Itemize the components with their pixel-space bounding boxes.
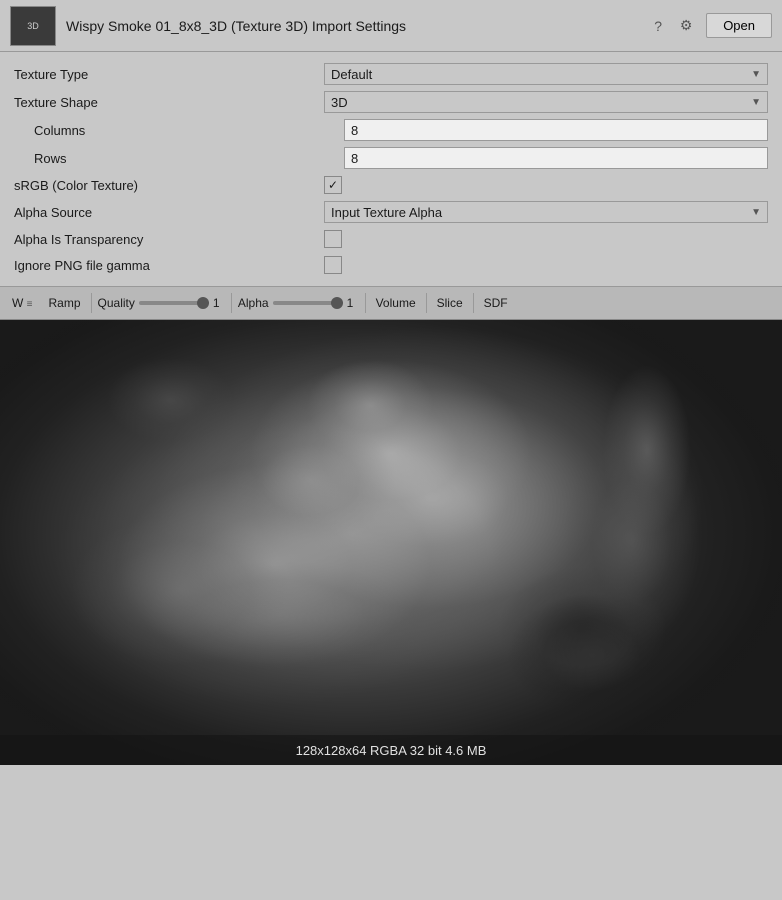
srgb-row: sRGB (Color Texture) (0, 172, 782, 198)
rows-value-area (344, 147, 768, 169)
texture-shape-dropdown[interactable]: 3D ▼ (324, 91, 768, 113)
texture-shape-selected: 3D (331, 95, 348, 110)
columns-value-area (344, 119, 768, 141)
texture-type-value-area: Default ▼ (324, 63, 768, 85)
texture-shape-value-area: 3D ▼ (324, 91, 768, 113)
alpha-source-arrow: ▼ (751, 207, 761, 218)
settings-icon[interactable]: ⚙ (676, 16, 696, 36)
alpha-slider-group: Alpha 1 (234, 296, 363, 310)
title-icons: ? ⚙ (648, 16, 696, 36)
window-title: Wispy Smoke 01_8x8_3D (Texture 3D) Impor… (66, 18, 648, 34)
toolbar-divider-1 (91, 293, 92, 313)
ignore-png-row: Ignore PNG file gamma (0, 252, 782, 278)
toolbar-sdf[interactable]: SDF (476, 292, 516, 314)
srgb-value-area (324, 176, 768, 194)
texture-type-arrow: ▼ (751, 69, 761, 80)
ignore-png-checkbox[interactable] (324, 256, 342, 274)
texture-shape-arrow: ▼ (751, 97, 761, 108)
toolbar-w-lines: ≡ (27, 299, 33, 310)
rows-row: Rows (0, 144, 782, 172)
title-bar: 3D Wispy Smoke 01_8x8_3D (Texture 3D) Im… (0, 0, 782, 52)
columns-label: Columns (34, 123, 344, 138)
help-icon[interactable]: ? (648, 16, 668, 36)
alpha-is-transparency-row: Alpha Is Transparency (0, 226, 782, 252)
texture-shape-label: Texture Shape (14, 95, 324, 110)
toolbar-slice[interactable]: Slice (429, 292, 471, 314)
columns-input[interactable] (344, 119, 768, 141)
open-button[interactable]: Open (706, 13, 772, 38)
alpha-source-value-area: Input Texture Alpha ▼ (324, 201, 768, 223)
alpha-value: 1 (347, 296, 359, 310)
smoke-bright-1 (280, 340, 460, 470)
toolbar-ramp[interactable]: Ramp (41, 292, 89, 314)
alpha-label: Alpha (238, 296, 269, 310)
smoke-dark-3 (482, 575, 702, 735)
alpha-is-transparency-label: Alpha Is Transparency (14, 232, 324, 247)
info-bar: 128x128x64 RGBA 32 bit 4.6 MB (0, 735, 782, 765)
rows-input[interactable] (344, 147, 768, 169)
texture-shape-row: Texture Shape 3D ▼ (0, 88, 782, 116)
texture-type-label: Texture Type (14, 67, 324, 82)
toolbar-divider-3 (365, 293, 366, 313)
srgb-checkbox[interactable] (324, 176, 342, 194)
texture-thumbnail: 3D (10, 6, 56, 46)
settings-panel: Texture Type Default ▼ Texture Shape 3D … (0, 52, 782, 286)
alpha-source-label: Alpha Source (14, 205, 324, 220)
alpha-source-dropdown[interactable]: Input Texture Alpha ▼ (324, 201, 768, 223)
toolbar-volume[interactable]: Volume (368, 292, 424, 314)
texture-type-row: Texture Type Default ▼ (0, 60, 782, 88)
texture-type-selected: Default (331, 67, 372, 82)
alpha-is-transparency-value-area (324, 230, 768, 248)
quality-slider-group: Quality 1 (94, 296, 229, 310)
smoke-wisp-5 (130, 545, 430, 685)
texture-type-dropdown[interactable]: Default ▼ (324, 63, 768, 85)
alpha-is-transparency-checkbox[interactable] (324, 230, 342, 248)
quality-label: Quality (98, 296, 135, 310)
alpha-source-selected: Input Texture Alpha (331, 205, 442, 220)
toolbar-divider-4 (426, 293, 427, 313)
quality-handle[interactable] (197, 297, 209, 309)
alpha-handle[interactable] (331, 297, 343, 309)
toolbar-divider-5 (473, 293, 474, 313)
columns-row: Columns (0, 116, 782, 144)
toolbar: W ≡ Ramp Quality 1 Alpha 1 Volume Slice … (0, 286, 782, 320)
alpha-source-row: Alpha Source Input Texture Alpha ▼ (0, 198, 782, 226)
quality-value: 1 (213, 296, 225, 310)
rows-label: Rows (34, 151, 344, 166)
srgb-label: sRGB (Color Texture) (14, 178, 324, 193)
alpha-track[interactable] (273, 301, 343, 305)
preview-area: 128x128x64 RGBA 32 bit 4.6 MB (0, 320, 782, 765)
quality-track[interactable] (139, 301, 209, 305)
info-text: 128x128x64 RGBA 32 bit 4.6 MB (296, 743, 487, 758)
ignore-png-value-area (324, 256, 768, 274)
ignore-png-label: Ignore PNG file gamma (14, 258, 324, 273)
toolbar-divider-2 (231, 293, 232, 313)
toolbar-w[interactable]: W ≡ (4, 292, 41, 314)
